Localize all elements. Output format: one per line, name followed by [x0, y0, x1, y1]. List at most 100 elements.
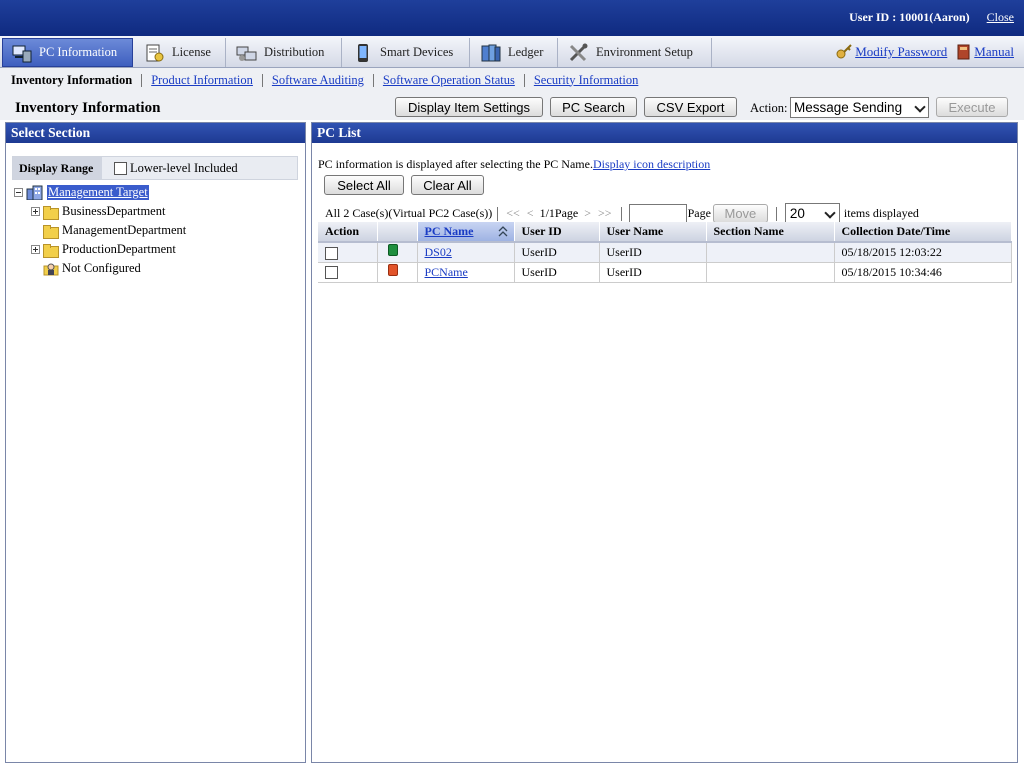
pc-name-link[interactable]: PCName [425, 265, 468, 279]
col-action: Action [318, 222, 378, 243]
divider [620, 206, 622, 221]
subnav-software-auditing[interactable]: Software Auditing [272, 73, 364, 87]
unassigned-user-icon [43, 263, 59, 276]
smart-device-icon [352, 43, 374, 63]
manual-link[interactable]: Manual [957, 44, 1014, 60]
execute-button[interactable]: Execute [936, 97, 1008, 117]
action-select-value: Message Sending [794, 100, 903, 115]
pc-name-link[interactable]: DS02 [425, 245, 452, 259]
subnav-software-operation-status[interactable]: Software Operation Status [383, 73, 515, 87]
tree-node-label[interactable]: ProductionDepartment [62, 242, 176, 257]
tree-node-management: ManagementDepartment [43, 223, 186, 239]
select-section-panel: Select Section Display Range Lower-level… [5, 122, 306, 763]
tree-root-label[interactable]: Management Target [47, 185, 149, 200]
section-name-cell [706, 242, 835, 263]
modify-password-link[interactable]: Modify Password [836, 44, 947, 60]
row-checkbox[interactable] [325, 246, 338, 260]
lower-level-checkbox[interactable] [114, 162, 127, 175]
tree-node-business: BusinessDepartment [31, 204, 165, 220]
subnav-product-information[interactable]: Product Information [151, 73, 253, 87]
page-status: 1/1Page [539, 206, 579, 220]
sort-ascending-icon [498, 226, 507, 237]
chevron-down-icon [824, 207, 836, 219]
collection-date-cell: 05/18/2015 10:34:46 [834, 262, 1012, 283]
tab-license[interactable]: License [136, 38, 226, 67]
lower-level-label: Lower-level Included [130, 161, 238, 175]
tree-node-not-configured: Not Configured [43, 261, 141, 276]
manual-label: Manual [974, 44, 1014, 59]
select-all-button[interactable]: Select All [324, 175, 404, 195]
user-id-cell: UserID [514, 262, 600, 283]
tab-smart-devices[interactable]: Smart Devices [344, 38, 470, 67]
first-page-link[interactable]: << [506, 206, 520, 221]
expand-icon[interactable] [31, 207, 40, 216]
user-id-label: User ID : 10001(Aaron) [849, 10, 970, 24]
section-name-cell [706, 262, 835, 283]
display-range-bar: Display Range Lower-level Included [12, 156, 298, 180]
action-select[interactable]: Message Sending [790, 97, 929, 118]
tab-label: Distribution [264, 45, 325, 59]
tab-pc-information[interactable]: PC Information [2, 38, 133, 67]
ledger-icon [480, 43, 502, 63]
collapse-icon[interactable] [14, 188, 23, 197]
icon-description-link[interactable]: Display icon description [593, 157, 710, 171]
expand-icon[interactable] [31, 245, 40, 254]
tree-node-label[interactable]: ManagementDepartment [62, 223, 186, 238]
tab-ledger[interactable]: Ledger [472, 38, 558, 67]
action-label: Action: [750, 101, 788, 115]
clear-all-button[interactable]: Clear All [411, 175, 484, 195]
last-page-link[interactable]: >> [598, 206, 612, 221]
col-pc-name[interactable]: PC Name [417, 222, 515, 243]
manual-book-icon [957, 44, 970, 60]
close-link[interactable]: Close [987, 10, 1014, 24]
tab-label: Smart Devices [380, 45, 454, 59]
tab-environment-setup[interactable]: Environment Setup [560, 38, 712, 67]
folder-icon [43, 224, 59, 239]
display-item-settings-button[interactable]: Display Item Settings [395, 97, 543, 117]
col-user-id: User ID [514, 222, 600, 243]
csv-export-button[interactable]: CSV Export [644, 97, 737, 117]
table-row: PCName UserID UserID 05/18/2015 10:34:46 [318, 262, 1012, 283]
per-page-value: 20 [789, 206, 805, 221]
per-page-select[interactable]: 20 [784, 203, 840, 224]
info-text: PC information is displayed after select… [318, 157, 593, 171]
table-row: DS02 UserID UserID 05/18/2015 12:03:22 [318, 242, 1012, 263]
user-info: User ID : 10001(Aaron) Close [849, 10, 1014, 25]
divider [775, 206, 777, 221]
select-section-title: Select Section [6, 123, 305, 143]
page-number-input[interactable] [628, 203, 687, 224]
pc-list-title: PC List [312, 123, 1017, 143]
utility-links: Modify Password Manual [836, 44, 1014, 60]
subnav-inventory-information: Inventory Information [11, 73, 143, 87]
tab-distribution[interactable]: Distribution [228, 38, 342, 67]
record-count: All 2 Case(s)(Virtual PC2 Case(s)) [325, 206, 493, 220]
folder-icon [43, 243, 59, 258]
row-checkbox[interactable] [325, 266, 338, 280]
tab-label: Ledger [508, 45, 544, 59]
pc-list-table: Action PC Name User ID User Name Section… [318, 222, 1012, 283]
tab-label: Environment Setup [596, 45, 693, 59]
subnav-security-information[interactable]: Security Information [534, 73, 639, 87]
info-line: PC information is displayed after select… [318, 157, 710, 172]
pc-list-panel: PC List PC information is displayed afte… [311, 122, 1018, 763]
page-title: Inventory Information [15, 100, 161, 116]
lower-level-option: Lower-level Included [114, 161, 238, 176]
page-label: Page [687, 206, 711, 220]
col-user-name: User Name [599, 222, 707, 243]
pc-name-sort-link[interactable]: PC Name [425, 224, 474, 238]
tree-node-label[interactable]: BusinessDepartment [62, 204, 165, 219]
items-displayed-label: items displayed [843, 206, 919, 220]
pc-status-green-icon [387, 244, 398, 257]
tree-node-label[interactable]: Not Configured [62, 261, 141, 276]
pc-search-button[interactable]: PC Search [550, 97, 637, 117]
collection-date-cell: 05/18/2015 12:03:22 [834, 242, 1012, 263]
prev-page-link[interactable]: < [527, 206, 534, 221]
next-page-link[interactable]: > [584, 206, 591, 221]
pagination-bar: All 2 Case(s)(Virtual PC2 Case(s)) << < … [325, 203, 919, 224]
move-button[interactable]: Move [712, 204, 768, 223]
pc-status-red-icon [387, 264, 398, 276]
chevron-down-icon [914, 101, 926, 113]
tab-label: License [172, 45, 211, 59]
tools-icon [568, 43, 590, 63]
building-icon [26, 185, 43, 200]
